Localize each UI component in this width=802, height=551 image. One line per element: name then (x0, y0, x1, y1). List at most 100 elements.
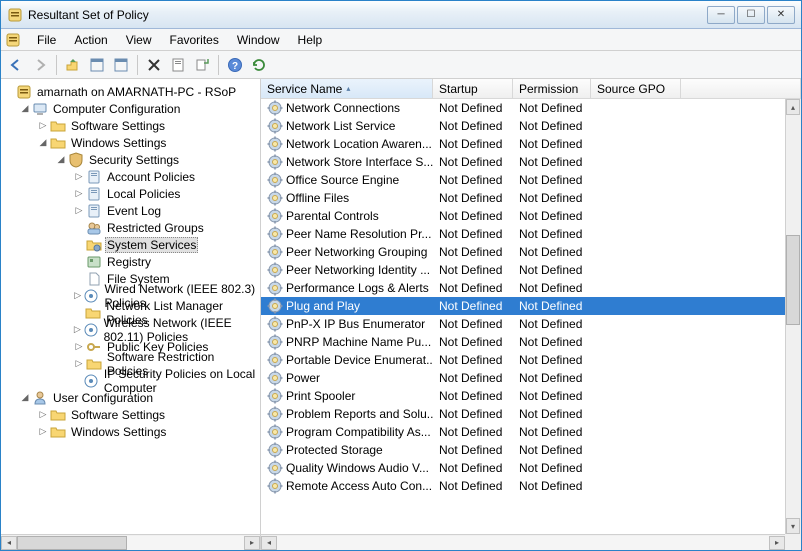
collapse-icon[interactable]: ◢ (37, 137, 49, 149)
list-row[interactable]: Network Store Interface S...Not DefinedN… (261, 153, 801, 171)
column-permission[interactable]: Permission (513, 79, 591, 98)
tree-root[interactable]: amarnath on AMARNATH-PC - RSoP (1, 83, 260, 100)
maximize-button[interactable]: ☐ (737, 6, 765, 24)
cell-startup: Not Defined (433, 317, 513, 331)
console-tree[interactable]: amarnath on AMARNATH-PC - RSoP ◢Computer… (1, 83, 260, 440)
list-row[interactable]: Program Compatibility As...Not DefinedNo… (261, 423, 801, 441)
list-row[interactable]: Remote Access Auto Con...Not DefinedNot … (261, 477, 801, 495)
tree-restricted-groups[interactable]: Restricted Groups (1, 219, 260, 236)
scroll-left-button[interactable]: ◂ (261, 536, 277, 550)
cell-service-name: Power (261, 370, 433, 386)
list-row[interactable]: Plug and PlayNot DefinedNot Defined (261, 297, 801, 315)
expand-icon[interactable]: ▷ (73, 171, 85, 183)
scroll-thumb[interactable] (786, 235, 800, 325)
menu-view[interactable]: View (118, 30, 160, 50)
scroll-right-button[interactable]: ▸ (244, 536, 260, 550)
list-row[interactable]: Network List ServiceNot DefinedNot Defin… (261, 117, 801, 135)
expand-icon[interactable]: ▷ (73, 341, 85, 353)
list-row[interactable]: Quality Windows Audio V...Not DefinedNot… (261, 459, 801, 477)
scroll-left-button[interactable]: ◂ (1, 536, 17, 550)
column-source-gpo[interactable]: Source GPO (591, 79, 681, 98)
list-vscrollbar[interactable]: ▴ ▾ (785, 99, 801, 534)
no-expand (73, 239, 85, 251)
menu-action[interactable]: Action (66, 30, 115, 50)
tree-registry[interactable]: Registry (1, 253, 260, 270)
tree-security-settings[interactable]: ◢Security Settings (1, 151, 260, 168)
tree-account-policies[interactable]: ▷Account Policies (1, 168, 260, 185)
list-row[interactable]: Office Source EngineNot DefinedNot Defin… (261, 171, 801, 189)
expand-icon[interactable] (3, 86, 15, 98)
scroll-track[interactable] (277, 536, 769, 550)
list-row[interactable]: PnP-X IP Bus EnumeratorNot DefinedNot De… (261, 315, 801, 333)
expand-icon[interactable]: ▷ (73, 290, 82, 302)
tree-user-software-settings[interactable]: ▷Software Settings (1, 406, 260, 423)
list-row[interactable]: Peer Networking GroupingNot DefinedNot D… (261, 243, 801, 261)
list-hscrollbar[interactable]: ◂ ▸ (261, 534, 785, 550)
column-startup[interactable]: Startup (433, 79, 513, 98)
menu-file[interactable]: File (29, 30, 64, 50)
minimize-button[interactable]: ─ (707, 6, 735, 24)
system-menu-icon[interactable] (5, 32, 21, 48)
expand-icon[interactable]: ▷ (73, 188, 85, 200)
gear-icon (267, 316, 283, 332)
tree-system-services[interactable]: System Services (1, 236, 260, 253)
expand-icon[interactable]: ▷ (37, 426, 49, 438)
service-name-text: Network Location Awaren... (286, 137, 432, 151)
scroll-right-button[interactable]: ▸ (769, 536, 785, 550)
list-row[interactable]: Offline FilesNot DefinedNot Defined (261, 189, 801, 207)
scroll-track[interactable] (17, 536, 244, 550)
expand-icon[interactable]: ▷ (37, 409, 49, 421)
refresh-button[interactable] (248, 54, 270, 76)
scroll-up-button[interactable]: ▴ (786, 99, 800, 115)
export-list-button[interactable] (191, 54, 213, 76)
expand-icon[interactable]: ▷ (73, 205, 85, 217)
show-hide-tree-button[interactable] (86, 54, 108, 76)
list-row[interactable]: PNRP Machine Name Pu...Not DefinedNot De… (261, 333, 801, 351)
expand-icon[interactable]: ▷ (37, 120, 49, 132)
tree-ip-security[interactable]: IP Security Policies on Local Computer (1, 372, 260, 389)
scroll-down-button[interactable]: ▾ (786, 518, 800, 534)
back-button[interactable] (5, 54, 27, 76)
list-row[interactable]: Print SpoolerNot DefinedNot Defined (261, 387, 801, 405)
list-row[interactable]: Parental ControlsNot DefinedNot Defined (261, 207, 801, 225)
expand-icon[interactable]: ▷ (73, 358, 85, 370)
list-row[interactable]: Problem Reports and Solu...Not DefinedNo… (261, 405, 801, 423)
tree-wireless-network[interactable]: ▷Wireless Network (IEEE 802.11) Policies (1, 321, 260, 338)
close-button[interactable]: ✕ (767, 6, 795, 24)
list-row[interactable]: Peer Name Resolution Pr...Not DefinedNot… (261, 225, 801, 243)
list-row[interactable]: Performance Logs & AlertsNot DefinedNot … (261, 279, 801, 297)
list-row[interactable]: Portable Device Enumerat...Not DefinedNo… (261, 351, 801, 369)
list-row[interactable]: PowerNot DefinedNot Defined (261, 369, 801, 387)
column-service-name[interactable]: Service Name▴ (261, 79, 433, 98)
tree-software-settings[interactable]: ▷Software Settings (1, 117, 260, 134)
new-window-button[interactable] (110, 54, 132, 76)
expand-icon[interactable]: ▷ (73, 324, 82, 336)
list-body[interactable]: Network ConnectionsNot DefinedNot Define… (261, 99, 801, 534)
delete-button[interactable] (143, 54, 165, 76)
tree-local-policies[interactable]: ▷Local Policies (1, 185, 260, 202)
menu-favorites[interactable]: Favorites (162, 30, 227, 50)
up-button[interactable] (62, 54, 84, 76)
sort-ascending-icon: ▴ (346, 84, 350, 93)
scroll-track[interactable] (786, 115, 801, 518)
menu-window[interactable]: Window (229, 30, 288, 50)
list-row[interactable]: Network Location Awaren...Not DefinedNot… (261, 135, 801, 153)
scroll-thumb[interactable] (17, 536, 127, 550)
tree-label: Event Log (105, 204, 163, 218)
collapse-icon[interactable]: ◢ (19, 103, 31, 115)
tree-windows-settings[interactable]: ◢Windows Settings (1, 134, 260, 151)
menu-help[interactable]: Help (290, 30, 331, 50)
tree-user-windows-settings[interactable]: ▷Windows Settings (1, 423, 260, 440)
tree-event-log[interactable]: ▷ Event Log (1, 202, 260, 219)
collapse-icon[interactable]: ◢ (19, 392, 31, 404)
list-row[interactable]: Peer Networking Identity ...Not DefinedN… (261, 261, 801, 279)
properties-button[interactable] (167, 54, 189, 76)
tree-hscrollbar[interactable]: ◂ ▸ (1, 534, 260, 550)
collapse-icon[interactable]: ◢ (55, 154, 67, 166)
list-row[interactable]: Network ConnectionsNot DefinedNot Define… (261, 99, 801, 117)
forward-button[interactable] (29, 54, 51, 76)
tree-computer-config[interactable]: ◢Computer Configuration (1, 100, 260, 117)
list-row[interactable]: Protected StorageNot DefinedNot Defined (261, 441, 801, 459)
cell-startup: Not Defined (433, 137, 513, 151)
help-button[interactable] (224, 54, 246, 76)
